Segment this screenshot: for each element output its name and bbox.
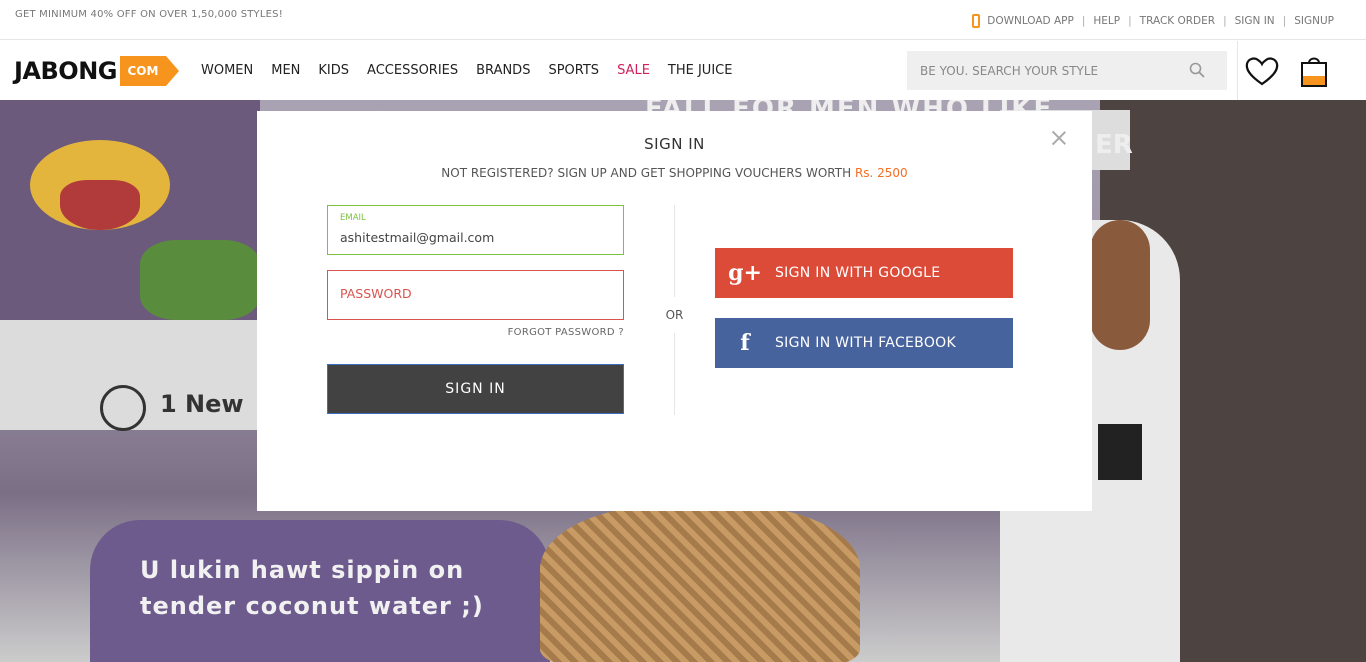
main-header: JABONG COM WOMEN MEN KIDS ACCESSORIES BR…	[0, 41, 1366, 100]
nav-accessories[interactable]: ACCESSORIES	[367, 63, 458, 78]
forgot-password-link[interactable]: FORGOT PASSWORD ?	[327, 327, 624, 338]
sign-in-button[interactable]: SIGN IN	[327, 364, 624, 414]
sign-in-modal: SIGN IN NOT REGISTERED? SIGN UP AND GET …	[257, 111, 1092, 511]
download-app-link[interactable]: DOWNLOAD APP	[987, 15, 1074, 27]
slogan-line-1: U lukin hawt sippin on	[140, 556, 465, 584]
search-box	[907, 51, 1227, 90]
separator: |	[1223, 15, 1227, 27]
mural-shape	[60, 180, 140, 230]
modal-subtitle: NOT REGISTERED? SIGN UP AND GET SHOPPING…	[257, 166, 1092, 180]
whatsapp-icon	[100, 385, 146, 431]
google-sign-in-button[interactable]: g+ SIGN IN WITH GOOGLE	[715, 248, 1013, 298]
facebook-icon: f	[740, 330, 750, 356]
signup-link[interactable]: SIGNUP	[1294, 15, 1334, 27]
nav-women[interactable]: WOMEN	[201, 63, 253, 78]
mural-new-text: 1 New	[160, 390, 244, 418]
poster-text-2: ER	[1095, 130, 1133, 160]
nav-sale[interactable]: SALE	[617, 63, 650, 78]
modal-title: SIGN IN	[644, 135, 705, 153]
nav-brands[interactable]: BRANDS	[476, 63, 530, 78]
top-bar: GET MINIMUM 40% OFF ON OVER 1,50,000 STY…	[0, 0, 1366, 40]
search-input[interactable]	[907, 51, 1177, 90]
promo-text: GET MINIMUM 40% OFF ON OVER 1,50,000 STY…	[15, 9, 283, 20]
email-label: EMAIL	[340, 213, 366, 223]
nav-sports[interactable]: SPORTS	[548, 63, 599, 78]
wishlist-heart-icon[interactable]	[1245, 56, 1279, 86]
facebook-sign-in-label: SIGN IN WITH FACEBOOK	[775, 335, 956, 351]
email-input[interactable]	[340, 230, 610, 245]
logo-tag: COM	[119, 56, 180, 86]
nav-kids[interactable]: KIDS	[318, 63, 349, 78]
search-icon[interactable]	[1189, 62, 1205, 78]
sign-in-link[interactable]: SIGN IN	[1235, 15, 1275, 27]
password-input[interactable]	[340, 286, 610, 301]
basket-image	[540, 505, 860, 662]
mural-shape	[140, 240, 260, 320]
phone-icon	[972, 14, 981, 28]
google-plus-icon: g+	[728, 260, 762, 286]
separator: |	[1282, 15, 1287, 27]
model-pocket	[1098, 424, 1142, 480]
logo-tag-text: COM	[119, 56, 166, 86]
header-divider	[1237, 41, 1238, 100]
or-label: OR	[665, 308, 684, 322]
nav-the-juice[interactable]: THE JUICE	[668, 63, 733, 78]
divider-line	[674, 205, 675, 297]
main-nav: WOMEN MEN KIDS ACCESSORIES BRANDS SPORTS…	[201, 63, 750, 78]
help-link[interactable]: HELP	[1093, 15, 1120, 27]
logo-arrow-icon	[165, 56, 179, 86]
password-field[interactable]	[327, 270, 624, 320]
track-order-link[interactable]: TRACK ORDER	[1140, 15, 1215, 27]
slogan-line-2: tender coconut water ;)	[140, 592, 484, 620]
logo-text: JABONG	[14, 57, 117, 85]
email-field[interactable]: EMAIL	[327, 205, 624, 255]
voucher-amount: Rs. 2500	[854, 166, 908, 180]
facebook-sign-in-button[interactable]: f SIGN IN WITH FACEBOOK	[715, 318, 1013, 368]
google-sign-in-label: SIGN IN WITH GOOGLE	[775, 265, 941, 281]
nav-men[interactable]: MEN	[271, 63, 300, 78]
logo[interactable]: JABONG COM	[14, 56, 180, 86]
separator: |	[1128, 15, 1132, 27]
top-links: DOWNLOAD APP | HELP | TRACK ORDER | SIGN…	[972, 14, 1334, 28]
model-head	[1090, 220, 1150, 350]
mural-slogan: U lukin hawt sippin on tender coconut wa…	[140, 552, 484, 624]
shopping-bag-icon[interactable]	[1300, 54, 1328, 88]
subtitle-text: NOT REGISTERED? SIGN UP AND GET SHOPPING…	[441, 166, 855, 180]
divider-line	[674, 333, 675, 415]
separator: |	[1081, 15, 1086, 27]
